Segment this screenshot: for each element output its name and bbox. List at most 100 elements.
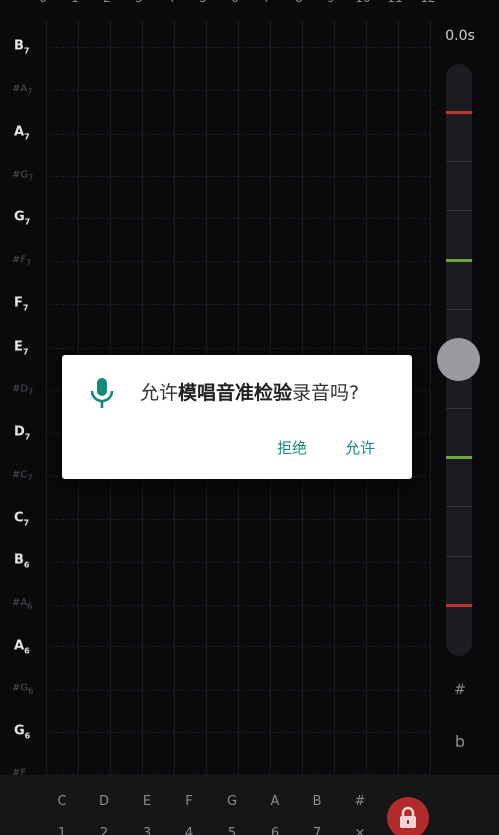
green-marker bbox=[446, 456, 472, 459]
key-1[interactable]: 1 bbox=[58, 826, 66, 835]
key-5[interactable]: 5 bbox=[228, 826, 236, 835]
note-octave: 7 bbox=[23, 46, 30, 56]
note-octave: 6 bbox=[24, 731, 31, 741]
key-sharp[interactable]: # bbox=[355, 794, 366, 809]
note-name: G bbox=[14, 209, 25, 225]
ruler-number: 8 bbox=[295, 0, 303, 5]
key-4[interactable]: 4 bbox=[185, 826, 193, 835]
note-keyboard: C D E F G A B #1 2 3 4 5 6 7 × bbox=[0, 775, 499, 835]
tick-mark bbox=[446, 161, 472, 162]
note-octave: 7 bbox=[23, 518, 30, 528]
note-name: F bbox=[14, 295, 23, 311]
note-octave: 7 bbox=[28, 387, 34, 397]
key-6[interactable]: 6 bbox=[271, 826, 279, 835]
grid-hline bbox=[46, 90, 431, 91]
note-name: #D bbox=[12, 383, 29, 395]
note-label: #G6 bbox=[12, 683, 33, 696]
permission-message: 允许模唱音准检验录音吗? bbox=[140, 378, 359, 405]
note-name: #A bbox=[12, 83, 28, 95]
grid-hline bbox=[46, 646, 431, 647]
grid-hline bbox=[46, 304, 431, 305]
note-label: A6 bbox=[14, 639, 30, 656]
key-e[interactable]: E bbox=[143, 794, 151, 809]
note-octave: 7 bbox=[26, 258, 32, 268]
allow-button[interactable]: 允许 bbox=[345, 437, 375, 458]
ruler-number: 5 bbox=[199, 0, 207, 5]
mic-icon bbox=[90, 378, 114, 408]
note-octave: 7 bbox=[24, 132, 30, 142]
lock-icon bbox=[400, 806, 416, 828]
app-name: 模唱音准检验 bbox=[178, 382, 293, 404]
note-label: #A6 bbox=[12, 598, 32, 611]
key-3[interactable]: 3 bbox=[143, 826, 151, 835]
grid-hline bbox=[46, 176, 431, 177]
ruler-number: 11 bbox=[387, 0, 402, 5]
flat-button[interactable]: b bbox=[450, 732, 470, 751]
note-name: B bbox=[14, 38, 24, 54]
lock-button[interactable] bbox=[387, 797, 429, 835]
key-close[interactable]: × bbox=[355, 826, 366, 835]
ruler-number: 1 bbox=[71, 0, 79, 5]
tick-mark bbox=[446, 556, 472, 557]
deny-button[interactable]: 拒绝 bbox=[277, 437, 307, 458]
key-g[interactable]: G bbox=[227, 794, 237, 809]
key-c[interactable]: C bbox=[57, 794, 66, 809]
note-label: #D7 bbox=[12, 384, 33, 397]
key-a[interactable]: A bbox=[271, 794, 280, 809]
grid-hline bbox=[46, 690, 431, 691]
sharp-button[interactable]: # bbox=[450, 682, 470, 698]
key-2[interactable]: 2 bbox=[100, 826, 108, 835]
grid-hline bbox=[46, 218, 431, 219]
permission-dialog: 允许模唱音准检验录音吗? 拒绝 允许 bbox=[62, 355, 412, 479]
note-octave: 7 bbox=[22, 347, 29, 357]
key-7[interactable]: 7 bbox=[313, 826, 321, 835]
ruler-number: 10 bbox=[355, 0, 370, 5]
note-label: G6 bbox=[14, 724, 30, 741]
key-b[interactable]: B bbox=[313, 794, 322, 809]
note-label: #C7 bbox=[12, 470, 32, 483]
note-name: #C bbox=[12, 469, 28, 481]
note-octave: 7 bbox=[24, 217, 31, 227]
note-octave: 6 bbox=[23, 560, 30, 570]
note-name: D bbox=[14, 424, 25, 440]
note-label: G7 bbox=[14, 210, 30, 227]
grid-hline bbox=[46, 562, 431, 563]
pitch-slider-thumb[interactable] bbox=[437, 338, 480, 381]
note-octave: 7 bbox=[28, 173, 34, 183]
message-suffix: 录音吗? bbox=[292, 382, 360, 404]
note-label: F7 bbox=[14, 296, 28, 313]
ruler-number: 6 bbox=[231, 0, 239, 5]
note-octave: 6 bbox=[28, 686, 34, 696]
note-name: A bbox=[14, 638, 25, 654]
tick-mark bbox=[446, 506, 472, 507]
note-name: #G bbox=[12, 169, 29, 181]
note-label: B6 bbox=[14, 553, 30, 570]
note-octave: 6 bbox=[27, 601, 33, 611]
message-prefix: 允许 bbox=[140, 382, 179, 404]
note-label: E7 bbox=[14, 340, 28, 357]
key-d[interactable]: D bbox=[99, 794, 109, 809]
note-octave: 6 bbox=[24, 646, 30, 656]
note-name: #A bbox=[12, 597, 28, 609]
ruler-number: 7 bbox=[263, 0, 271, 5]
note-name: #G bbox=[12, 682, 29, 694]
note-name: A bbox=[14, 124, 25, 140]
grid-hline bbox=[46, 261, 431, 262]
key-f[interactable]: F bbox=[185, 794, 192, 809]
note-label: #G7 bbox=[12, 170, 33, 183]
red-marker bbox=[446, 604, 472, 607]
note-label: D7 bbox=[14, 425, 30, 442]
top-ruler: 0123456789101112 bbox=[0, 0, 440, 9]
grid-hline bbox=[46, 519, 431, 520]
grid-hline bbox=[46, 348, 431, 349]
note-labels: B7 #A7 A7 #G7 G7 #F7 F7 E7 #D7 D7 #C7 C7 B6 #A6 A6 #G6 G… bbox=[0, 0, 46, 780]
note-name: E bbox=[14, 339, 23, 355]
ruler-number: 9 bbox=[327, 0, 335, 5]
ruler-number: 12 bbox=[420, 0, 435, 5]
note-octave: 7 bbox=[27, 473, 33, 483]
tick-mark bbox=[446, 210, 472, 211]
tick-mark bbox=[446, 408, 472, 409]
green-marker bbox=[446, 259, 472, 262]
note-name: #F bbox=[12, 254, 27, 266]
note-octave: 7 bbox=[24, 432, 31, 442]
